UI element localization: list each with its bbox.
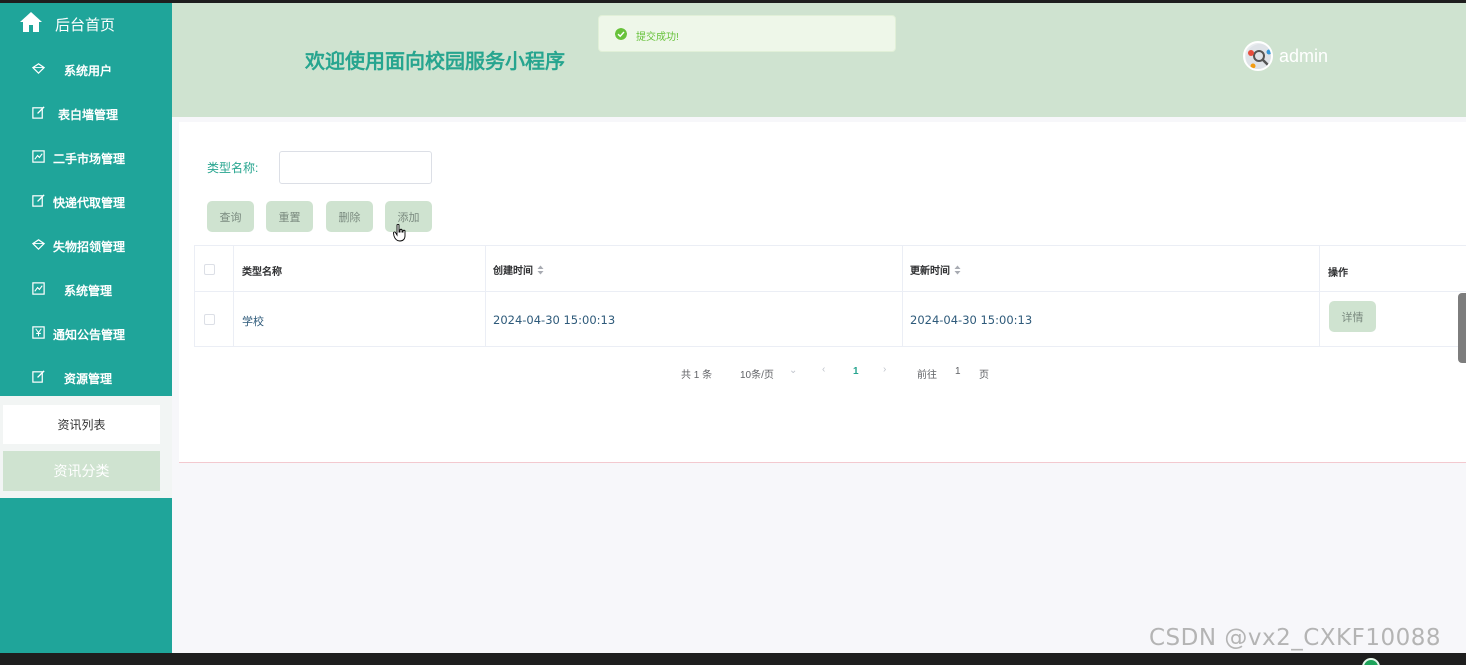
- page-size-select[interactable]: 10条/页: [740, 366, 774, 381]
- sidebar-item-system-users[interactable]: 系统用户: [0, 47, 172, 91]
- page-size-chevron-down-icon[interactable]: ⌄: [789, 365, 797, 376]
- delete-button[interactable]: 删除: [326, 201, 373, 232]
- sort-icon[interactable]: [537, 265, 544, 275]
- column-header-action: 操作: [1328, 268, 1348, 279]
- table-row: 学校 2024-04-30 15:00:13 2024-04-30 15:00:…: [195, 292, 1466, 347]
- submenu-item-news-category[interactable]: 资讯分类: [3, 451, 160, 491]
- sidebar-item-label: 资源管理: [64, 372, 113, 386]
- avatar-icon: [1246, 44, 1271, 69]
- sidebar-item-system-manage[interactable]: 系统管理: [0, 267, 172, 311]
- row-checkbox[interactable]: [204, 314, 215, 325]
- edit-icon: [32, 194, 45, 207]
- sidebar: 后台首页 系统用户 表白墙管理 二手市场管理 快递代取管理 失物招领管理 系统管…: [0, 3, 172, 653]
- sidebar-item-label: 表白墙管理: [58, 108, 119, 122]
- sidebar-item-confession-wall[interactable]: 表白墙管理: [0, 91, 172, 135]
- filter-label: 类型名称:: [207, 161, 259, 175]
- detail-button[interactable]: 详情: [1329, 301, 1376, 332]
- scrollbar-thumb[interactable]: [1458, 293, 1466, 363]
- sidebar-item-label: 系统管理: [64, 284, 113, 298]
- sidebar-item-label: 失物招领管理: [53, 240, 126, 254]
- chart-icon: [32, 282, 45, 295]
- goto-prefix: 前往: [917, 370, 937, 381]
- sidebar-item-label: 通知公告管理: [53, 328, 126, 342]
- hand-cursor-icon: [393, 224, 406, 242]
- prev-page-icon[interactable]: ‹: [822, 364, 825, 375]
- submenu-item-news-list[interactable]: 资讯列表: [3, 405, 160, 444]
- sidebar-item-notices[interactable]: 通知公告管理: [0, 311, 172, 355]
- column-header-type-name: 类型名称: [242, 267, 282, 278]
- yen-icon: [32, 326, 45, 339]
- column-header-created[interactable]: 创建时间: [493, 262, 544, 277]
- edit-icon: [32, 106, 45, 119]
- category-table: 类型名称 创建时间 更新时间 操作 学校 2024-04-30 15:00:13…: [194, 245, 1466, 347]
- page-title: 欢迎使用面向校园服务小程序: [305, 51, 565, 73]
- goto-suffix: 页: [979, 370, 989, 381]
- toast-message: 提交成功!: [636, 32, 679, 43]
- chart-icon: [32, 150, 45, 163]
- edit-icon: [32, 370, 45, 383]
- diamond-icon: [31, 63, 46, 75]
- next-page-icon[interactable]: ›: [883, 364, 886, 375]
- select-all-checkbox[interactable]: [204, 264, 215, 275]
- sidebar-item-label: 系统用户: [64, 64, 113, 78]
- sidebar-item-label: 二手市场管理: [53, 152, 126, 166]
- page-number-current[interactable]: 1: [853, 366, 859, 377]
- sort-icon[interactable]: [954, 265, 961, 275]
- sidebar-home-label: 后台首页: [55, 17, 116, 34]
- watermark: CSDN @vx2_CXKF10088: [1149, 625, 1442, 651]
- type-name-input[interactable]: [279, 151, 432, 184]
- table-header-row: 类型名称 创建时间 更新时间 操作: [195, 246, 1466, 292]
- pagination: 共 1 条 10条/页 ⌄ ‹ 1 › 前往 1 页: [179, 362, 1466, 382]
- cell-updated-time: 2024-04-30 15:00:13: [910, 313, 1033, 327]
- cell-created-time: 2024-04-30 15:00:13: [493, 313, 616, 327]
- pagination-total: 共 1 条: [681, 370, 713, 381]
- check-circle-icon: [615, 28, 627, 40]
- sidebar-home[interactable]: 后台首页: [0, 3, 172, 43]
- home-icon: [20, 12, 42, 32]
- goto-page-input[interactable]: 1: [955, 366, 961, 377]
- resources-submenu: 资讯列表 资讯分类: [0, 396, 172, 498]
- avatar[interactable]: [1243, 41, 1273, 71]
- sidebar-item-resources[interactable]: 资源管理: [0, 355, 172, 399]
- cell-type-name: 学校: [242, 316, 264, 328]
- sidebar-item-express[interactable]: 快递代取管理: [0, 179, 172, 223]
- diamond-icon: [31, 239, 46, 251]
- query-button[interactable]: 查询: [207, 201, 254, 232]
- sidebar-item-label: 快递代取管理: [53, 196, 126, 210]
- main-content: 类型名称: 查询 重置 删除 添加 类型名称 创建时间 更新时间 操作 学校 2…: [179, 122, 1466, 463]
- success-toast: 提交成功!: [598, 15, 896, 52]
- window-bottom-edge: [0, 653, 1466, 665]
- sidebar-item-lost-found[interactable]: 失物招领管理: [0, 223, 172, 267]
- username-label[interactable]: admin: [1279, 46, 1328, 67]
- column-header-updated[interactable]: 更新时间: [910, 262, 961, 277]
- sidebar-item-second-hand[interactable]: 二手市场管理: [0, 135, 172, 179]
- reset-button[interactable]: 重置: [266, 201, 313, 232]
